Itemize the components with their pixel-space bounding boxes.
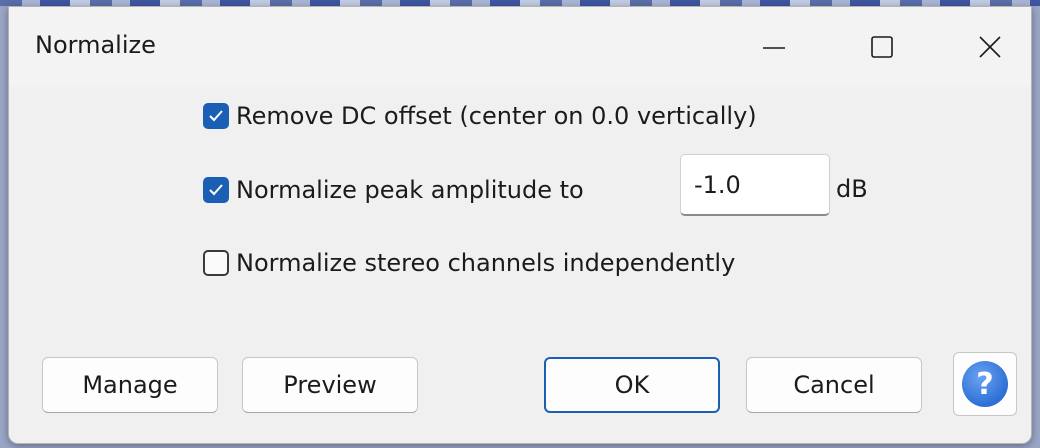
stereo-independent-label: Normalize stereo channels independently <box>236 249 736 277</box>
minimize-button[interactable] <box>737 7 811 87</box>
peak-amplitude-input[interactable] <box>680 154 830 216</box>
normalize-peak-label: Normalize peak amplitude to <box>236 176 584 204</box>
close-icon <box>979 36 1001 58</box>
help-icon: ? <box>962 361 1008 407</box>
maximize-button[interactable] <box>845 7 919 87</box>
checkmark-icon <box>209 110 223 122</box>
title-bar[interactable]: Normalize <box>9 7 1031 87</box>
help-button[interactable]: ? <box>953 352 1017 416</box>
window-title: Normalize <box>35 31 156 59</box>
remove-dc-option[interactable]: Remove DC offset (center on 0.0 vertical… <box>203 98 757 134</box>
remove-dc-checkbox[interactable] <box>203 103 229 129</box>
close-button[interactable] <box>953 7 1027 87</box>
normalize-peak-checkbox[interactable] <box>203 177 229 203</box>
cancel-button[interactable]: Cancel <box>746 357 922 413</box>
maximize-icon <box>871 36 893 58</box>
db-unit-label: dB <box>836 175 868 203</box>
stereo-independent-checkbox[interactable] <box>203 250 229 276</box>
preview-button[interactable]: Preview <box>242 357 418 413</box>
normalize-dialog: Normalize Remove DC offset (center on 0.… <box>8 6 1032 444</box>
minimize-icon <box>763 47 785 49</box>
normalize-peak-option[interactable]: Normalize peak amplitude to <box>203 172 584 208</box>
stereo-independent-option[interactable]: Normalize stereo channels independently <box>203 245 735 281</box>
checkmark-icon <box>209 184 223 196</box>
manage-button[interactable]: Manage <box>42 357 218 413</box>
ok-button[interactable]: OK <box>544 357 720 413</box>
remove-dc-label: Remove DC offset (center on 0.0 vertical… <box>236 102 757 130</box>
